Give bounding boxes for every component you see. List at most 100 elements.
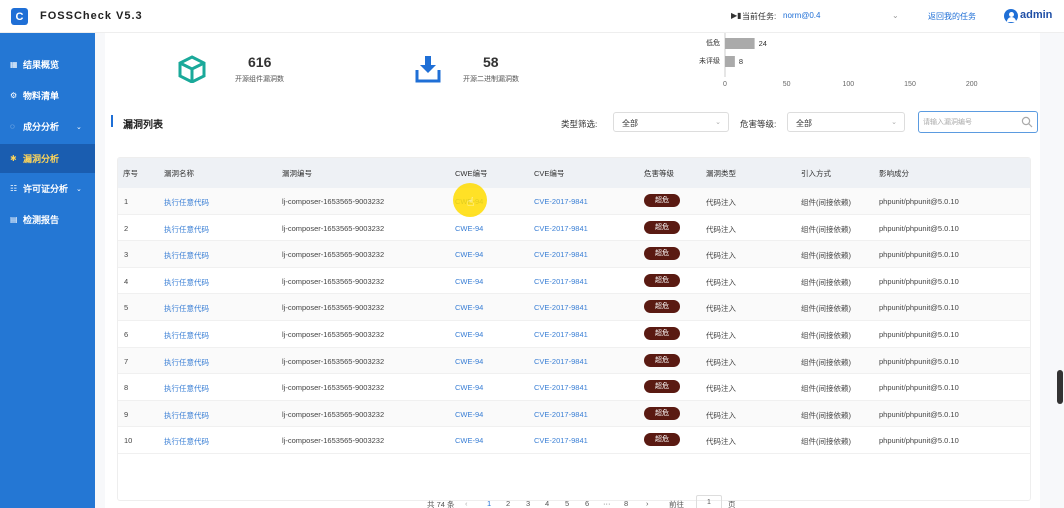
severity-badge: 超危 (644, 406, 680, 420)
chevron-down-icon[interactable]: ⌄ (892, 11, 899, 20)
chart-value-label: 8 (739, 57, 743, 66)
cell-affected-component: phpunit/phpunit@5.0.10 (879, 356, 959, 366)
pagination-goto-label: 前往 (669, 500, 684, 508)
cell-introduction: 组件(间接依赖) (801, 384, 851, 394)
table-row[interactable]: 1执行任意代码lj-composer-1653565-9003232CWE-94… (118, 188, 1030, 215)
cell-cwe[interactable]: CWE-94 (455, 330, 483, 339)
cell-vuln-name[interactable]: 执行任意代码 (164, 383, 209, 394)
cell-cve[interactable]: CVE-2017-9841 (534, 357, 588, 366)
sidebar-item-detection-report[interactable]: ▤ 检测报告 (0, 206, 95, 233)
type-filter-select[interactable]: 全部 ⌄ (613, 112, 729, 132)
pointer-cursor-icon: ☝ (467, 195, 475, 209)
cell-cve[interactable]: CVE-2017-9841 (534, 224, 588, 233)
cell-cve[interactable]: CVE-2017-9841 (534, 197, 588, 206)
current-task-select[interactable]: norm@0.4 (783, 11, 820, 20)
pagination-page-8[interactable]: 8 (624, 499, 628, 508)
cell-cve[interactable]: CVE-2017-9841 (534, 250, 588, 259)
table-row[interactable]: 3 执行任意代码 lj-composer-1653565-9003232 CWE-94… (118, 241, 1030, 268)
table-row[interactable]: 4 执行任意代码 lj-composer-1653565-9003232 CWE-94… (118, 268, 1030, 295)
sidebar-item-bom[interactable]: ⚙ 物料清单 (0, 82, 95, 109)
col-header-vuln-type: 漏洞类型 (706, 169, 736, 178)
table-row[interactable]: 2 执行任意代码 lj-composer-1653565-9003232 CWE-94… (118, 215, 1030, 242)
pagination-goto-input[interactable]: 1 (696, 495, 722, 508)
cell-vuln-name[interactable]: 执行任意代码 (164, 197, 209, 208)
table-row[interactable]: 10 执行任意代码 lj-composer-1653565-9003232 CWE-9… (118, 427, 1030, 454)
cell-affected-component: phpunit/phpunit@5.0.10 (879, 383, 959, 393)
pagination-more[interactable]: ··· (603, 499, 611, 508)
chevron-down-icon: ⌄ (76, 123, 82, 131)
cell-vuln-name[interactable]: 执行任意代码 (164, 277, 209, 288)
table-row[interactable]: 9 执行任意代码 lj-composer-1653565-9003232 CWE-94… (118, 400, 1030, 428)
cell-cwe[interactable]: CWE-94 (455, 410, 483, 419)
sidebar: ▦ 结果概览 ⚙ 物料清单 ◌ 成分分析 ⌄ ✱ 漏洞分析 ☷ 许可证分析 ⌄ … (0, 33, 95, 508)
license-icon: ☷ (10, 184, 18, 193)
cell-vuln-name[interactable]: 执行任意代码 (164, 250, 209, 261)
col-header-cve: CVE编号 (534, 169, 565, 178)
cell-cwe[interactable]: CWE-94 (455, 224, 483, 233)
cell-cve[interactable]: CVE-2017-9841 (534, 303, 588, 312)
app-logo: C (11, 8, 28, 25)
cell-vuln-id: lj-composer-1653565-9003232 (282, 197, 385, 206)
severity-badge: 超危 (644, 433, 680, 447)
cell-index: 9 (124, 409, 129, 419)
pagination-page-4[interactable]: 4 (545, 499, 549, 508)
user-name[interactable]: admin (1020, 9, 1052, 21)
vuln-search-box[interactable] (918, 111, 1038, 133)
cell-vuln-id: lj-composer-1653565-9003232 (282, 383, 385, 393)
cell-index: 8 (124, 383, 129, 393)
cell-vuln-name[interactable]: 执行任意代码 (164, 410, 209, 421)
severity-filter-select[interactable]: 全部 ⌄ (787, 112, 905, 132)
cell-cwe[interactable]: CWE-94 (455, 303, 483, 312)
sidebar-item-license-analysis[interactable]: ☷ 许可证分析 ⌄ (0, 175, 95, 202)
user-avatar-icon[interactable] (1004, 9, 1018, 23)
cell-vuln-name[interactable]: 执行任意代码 (164, 330, 209, 341)
cell-cwe[interactable]: CWE-94 (455, 277, 483, 286)
cell-vuln-id: lj-composer-1653565-9003232 (282, 223, 385, 233)
cell-introduction: 组件(间接依赖) (801, 224, 851, 234)
chart-bar (725, 56, 735, 67)
pagination-page-1[interactable]: 1 (487, 499, 491, 508)
severity-filter-label: 危害等级: (740, 119, 777, 129)
cell-vuln-id: lj-composer-1653565-9003232 (282, 436, 385, 446)
cell-cwe[interactable]: CWE-94 (455, 436, 483, 445)
component-vuln-count: 616 (248, 54, 272, 70)
cell-vuln-name[interactable]: 执行任意代码 (164, 357, 209, 368)
page-scrollbar[interactable] (1057, 370, 1063, 404)
sidebar-item-label: 许可证分析 (23, 184, 69, 194)
back-to-my-tasks-link[interactable]: 返回我的任务 (928, 11, 976, 22)
chart-x-tick-label: 0 (723, 81, 727, 88)
vuln-search-input[interactable] (923, 113, 1019, 131)
cell-cwe[interactable]: CWE-94 (455, 357, 483, 366)
chart-value-label: 24 (759, 39, 767, 48)
pagination-page-3[interactable]: 3 (526, 499, 530, 508)
cell-vuln-name[interactable]: 执行任意代码 (164, 303, 209, 314)
current-task-label: 当前任务: (742, 12, 777, 21)
search-icon[interactable] (1021, 116, 1033, 128)
cell-vuln-name[interactable]: 执行任意代码 (164, 436, 209, 447)
type-filter-value: 全部 (622, 119, 638, 128)
cell-introduction: 组件(间接依赖) (801, 277, 851, 287)
table-row[interactable]: 7 执行任意代码 lj-composer-1653565-9003232 CWE-94… (118, 347, 1030, 375)
sidebar-item-vulnerability-analysis[interactable]: ✱ 漏洞分析 (0, 144, 95, 173)
pagination-prev-icon[interactable]: ‹ (465, 499, 468, 508)
cell-vuln-name[interactable]: 执行任意代码 (164, 224, 209, 235)
cell-index: 6 (124, 330, 129, 339)
table-row[interactable]: 5 执行任意代码 lj-composer-1653565-9003232 CWE-94… (118, 294, 1030, 321)
cell-cve[interactable]: CVE-2017-9841 (534, 330, 588, 339)
sidebar-item-composition-analysis[interactable]: ◌ 成分分析 ⌄ (0, 113, 95, 140)
cell-cve[interactable]: CVE-2017-9841 (534, 277, 588, 286)
cell-cve[interactable]: CVE-2017-9841 (534, 410, 588, 419)
cell-cve[interactable]: CVE-2017-9841 (534, 436, 588, 445)
cell-cwe[interactable]: CWE-94 (455, 383, 483, 392)
cell-cwe[interactable]: CWE-94 (455, 250, 483, 259)
sidebar-item-results-overview[interactable]: ▦ 结果概览 (0, 51, 95, 78)
sidebar-item-label: 结果概览 (23, 60, 60, 70)
pagination-page-5[interactable]: 5 (565, 499, 569, 508)
cell-cve[interactable]: CVE-2017-9841 (534, 383, 588, 392)
pagination-page-2[interactable]: 2 (506, 499, 510, 508)
pagination-next-icon[interactable]: › (646, 499, 649, 508)
table-row[interactable]: 8 执行任意代码 lj-composer-1653565-9003232 CWE-94… (118, 374, 1030, 401)
pagination-page-6[interactable]: 6 (585, 499, 589, 508)
sidebar-item-label: 漏洞分析 (23, 154, 60, 164)
table-row[interactable]: 6 执行任意代码 lj-composer-1653565-9003232 CWE-94… (118, 321, 1030, 348)
